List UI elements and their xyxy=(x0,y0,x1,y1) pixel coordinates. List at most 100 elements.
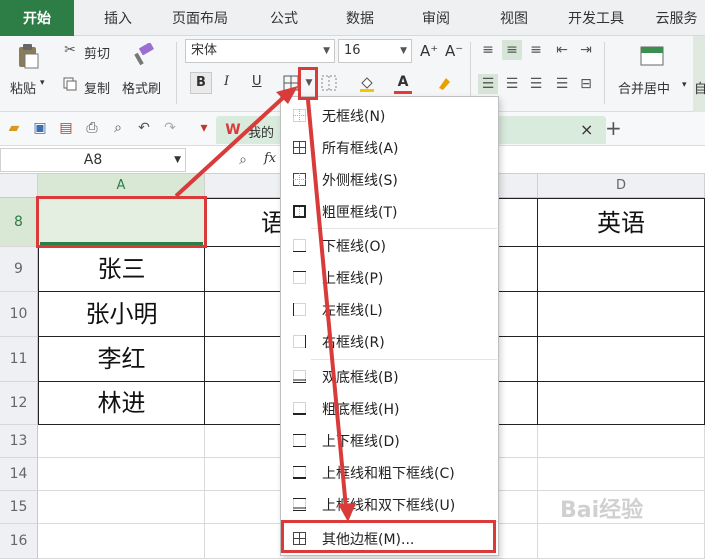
menu-item-thick-box-border[interactable]: 粗匣框线(T) xyxy=(281,196,498,227)
column-header-a[interactable]: A xyxy=(38,174,205,198)
align-right-icon[interactable]: ☰ xyxy=(526,74,546,94)
distribute-icon[interactable]: ⊟ xyxy=(576,74,596,94)
menu-item-double-bottom-border[interactable]: 双底框线(B) xyxy=(281,361,498,392)
row-header[interactable]: 8 xyxy=(0,198,38,247)
function-fx-button[interactable]: fx xyxy=(264,151,276,166)
align-center-icon[interactable]: ☰ xyxy=(502,74,522,94)
select-all-corner[interactable] xyxy=(0,174,38,198)
shrink-font-button[interactable]: A⁻ xyxy=(445,42,463,60)
menu-item-no-border[interactable]: 无框线(N) xyxy=(281,100,498,131)
menu-item-top-double-bottom-border[interactable]: 上框线和双下框线(U) xyxy=(281,489,498,520)
indent-increase-icon[interactable]: ⇥ xyxy=(576,40,596,60)
row-header[interactable]: 14 xyxy=(0,458,38,491)
watermark-logo: Bai经验 xyxy=(560,498,644,523)
cell-d10[interactable] xyxy=(538,292,705,337)
align-top-icon[interactable]: ≡ xyxy=(478,40,498,60)
tab-page-layout[interactable]: 页面布局 xyxy=(160,0,240,36)
redo-icon[interactable]: ↷ xyxy=(162,120,178,136)
auto-wrap-button[interactable]: 自 xyxy=(693,36,705,112)
tab-cloud[interactable]: 云服务 xyxy=(648,0,705,36)
print-preview-icon[interactable]: ⌕ xyxy=(110,120,126,136)
merge-center-dropdown-icon[interactable]: ▾ xyxy=(682,80,687,90)
font-size-select[interactable]: 16 ▼ xyxy=(338,39,412,63)
tab-home[interactable]: 开始 xyxy=(0,0,74,36)
indent-decrease-icon[interactable]: ⇤ xyxy=(552,40,572,60)
row-header[interactable]: 10 xyxy=(0,292,38,337)
menu-item-top-border[interactable]: 上框线(P) xyxy=(281,262,498,293)
clear-format-icon[interactable] xyxy=(432,72,454,94)
cell-borders-icon[interactable] xyxy=(318,72,340,94)
grow-font-button[interactable]: A⁺ xyxy=(420,42,438,60)
align-middle-icon[interactable]: ≡ xyxy=(502,40,522,60)
zoom-icon[interactable]: ⌕ xyxy=(234,151,252,169)
customize-toolbar-icon[interactable]: ▾ xyxy=(196,120,212,136)
merge-center-icon[interactable] xyxy=(638,42,666,70)
outside-borders-icon xyxy=(293,173,306,186)
export-pdf-icon[interactable]: ▤ xyxy=(58,120,74,136)
format-painter-button[interactable]: 格式刷 xyxy=(122,78,161,97)
cell-d12[interactable] xyxy=(538,382,705,425)
cell-d8[interactable]: 英语 xyxy=(538,198,705,247)
cell-a11[interactable]: 李红 xyxy=(38,337,205,382)
menu-item-top-thick-bottom-border[interactable]: 上框线和粗下框线(C) xyxy=(281,457,498,488)
menu-item-right-border[interactable]: 右框线(R) xyxy=(281,326,498,357)
paste-dropdown-icon[interactable]: ▾ xyxy=(40,78,45,88)
menu-item-all-borders[interactable]: 所有框线(A) xyxy=(281,132,498,163)
menu-item-outside-borders[interactable]: 外侧框线(S) xyxy=(281,164,498,195)
align-left-icon[interactable]: ☰ xyxy=(478,74,498,94)
close-tab-icon[interactable]: × xyxy=(580,120,593,139)
undo-icon[interactable]: ↶ xyxy=(136,120,152,136)
tab-developer[interactable]: 开发工具 xyxy=(560,0,632,36)
underline-button[interactable]: U xyxy=(252,74,262,89)
row-header[interactable]: 12 xyxy=(0,382,38,425)
no-border-icon xyxy=(293,109,306,122)
open-folder-icon[interactable]: ▰ xyxy=(6,120,22,136)
tab-view[interactable]: 视图 xyxy=(488,0,540,36)
row-header[interactable]: 11 xyxy=(0,337,38,382)
row-header[interactable]: 13 xyxy=(0,425,38,458)
paste-icon[interactable] xyxy=(14,42,42,70)
bold-button[interactable]: B xyxy=(190,72,212,94)
cell-empty[interactable] xyxy=(38,458,205,491)
print-icon[interactable]: ⎙ xyxy=(84,120,100,136)
cell-a9[interactable]: 张三 xyxy=(38,247,205,292)
align-bottom-icon[interactable]: ≡ xyxy=(526,40,546,60)
menu-item-bottom-border[interactable]: 下框线(O) xyxy=(281,230,498,261)
cell-a12[interactable]: 林进 xyxy=(38,382,205,425)
paste-button[interactable]: 粘贴 xyxy=(10,78,36,97)
cell-a10[interactable]: 张小明 xyxy=(38,292,205,337)
menu-item-thick-bottom-border[interactable]: 粗底框线(H) xyxy=(281,393,498,424)
tab-formulas[interactable]: 公式 xyxy=(258,0,310,36)
column-header-d[interactable]: D xyxy=(538,174,705,198)
italic-button[interactable]: I xyxy=(224,74,229,89)
cell-empty[interactable] xyxy=(538,524,705,559)
tab-data[interactable]: 数据 xyxy=(334,0,386,36)
copy-icon[interactable] xyxy=(62,76,78,92)
fill-color-icon[interactable] xyxy=(356,72,378,94)
cell-empty[interactable] xyxy=(38,425,205,458)
row-header[interactable]: 16 xyxy=(0,524,38,559)
menu-item-label: 左框线(L) xyxy=(322,303,383,319)
scissors-icon[interactable]: ✂ xyxy=(62,42,78,58)
justify-icon[interactable]: ☰ xyxy=(552,74,572,94)
tab-insert[interactable]: 插入 xyxy=(92,0,144,36)
cell-empty[interactable] xyxy=(38,524,205,559)
save-icon[interactable]: ▣ xyxy=(32,120,48,136)
row-header[interactable]: 9 xyxy=(0,247,38,292)
merge-center-button[interactable]: 合并居中 xyxy=(618,78,670,97)
name-box[interactable]: A8 ▼ xyxy=(0,148,186,172)
cell-d9[interactable] xyxy=(538,247,705,292)
cell-empty[interactable] xyxy=(38,491,205,524)
menu-item-left-border[interactable]: 左框线(L) xyxy=(281,294,498,325)
copy-button[interactable]: 复制 xyxy=(84,78,110,97)
row-header[interactable]: 15 xyxy=(0,491,38,524)
cell-empty[interactable] xyxy=(538,458,705,491)
format-painter-icon[interactable] xyxy=(130,42,156,68)
menu-item-top-bottom-border[interactable]: 上下框线(D) xyxy=(281,425,498,456)
font-name-select[interactable]: 宋体 ▼ xyxy=(185,39,335,63)
tab-review[interactable]: 审阅 xyxy=(410,0,462,36)
cut-button[interactable]: 剪切 xyxy=(84,43,110,62)
cell-d11[interactable] xyxy=(538,337,705,382)
cell-empty[interactable] xyxy=(538,425,705,458)
new-tab-icon[interactable]: + xyxy=(605,116,622,140)
